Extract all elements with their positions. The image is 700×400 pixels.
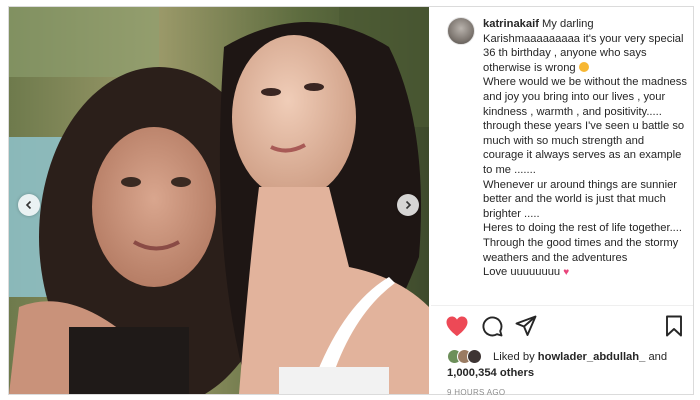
smile-emoji-icon — [578, 61, 589, 72]
caption-line-2: Where would we be without the madness an… — [483, 76, 687, 176]
heart-emoji-icon: ♥ — [563, 267, 570, 279]
user-avatar[interactable] — [447, 17, 475, 45]
liked-by-and: and — [648, 351, 668, 363]
comment-button[interactable] — [481, 315, 503, 342]
share-icon — [515, 315, 537, 336]
liked-by-text: Liked by howlader_abdullah_ and — [493, 350, 667, 364]
post-side-panel: katrinakaif My darling Karishmaaaaaaaaa i… — [431, 7, 693, 397]
liked-by-label: Liked by — [493, 351, 535, 363]
action-bar — [431, 311, 693, 337]
caption-line-4: Heres to doing the rest of life together… — [483, 222, 683, 264]
username-link[interactable]: katrinakaif — [483, 18, 539, 30]
caption-line-3: Whenever ur around things are sunnier be… — [483, 178, 678, 220]
divider — [431, 305, 693, 306]
save-button[interactable] — [665, 315, 683, 342]
next-photo-button[interactable] — [397, 194, 419, 216]
previous-photo-button[interactable] — [18, 194, 40, 216]
heart-filled-icon — [446, 316, 468, 336]
post-photo[interactable] — [9, 7, 429, 394]
bookmark-icon — [666, 315, 682, 337]
post-caption: katrinakaif My darling Karishmaaaaaaaaa i… — [483, 17, 687, 281]
chevron-right-icon — [405, 200, 412, 210]
instagram-post: katrinakaif My darling Karishmaaaaaaaaa i… — [8, 6, 694, 397]
post-timestamp[interactable]: 9 HOURS AGO — [447, 388, 505, 397]
likes-count-link[interactable]: 1,000,354 others — [447, 366, 534, 380]
comment-icon — [482, 316, 503, 337]
liker-avatar — [467, 349, 482, 364]
like-button[interactable] — [445, 315, 469, 342]
liked-by-user-link[interactable]: howlader_abdullah_ — [538, 351, 646, 363]
share-button[interactable] — [515, 315, 537, 342]
chevron-left-icon — [25, 200, 32, 210]
caption-area[interactable]: katrinakaif My darling Karishmaaaaaaaaa i… — [431, 7, 693, 303]
likes-section: Liked by howlader_abdullah_ and 1,000,35… — [447, 348, 687, 382]
selfie-image — [9, 7, 429, 394]
liker-avatars — [447, 349, 489, 365]
caption-line-5: Love uuuuuuuu — [483, 266, 561, 279]
